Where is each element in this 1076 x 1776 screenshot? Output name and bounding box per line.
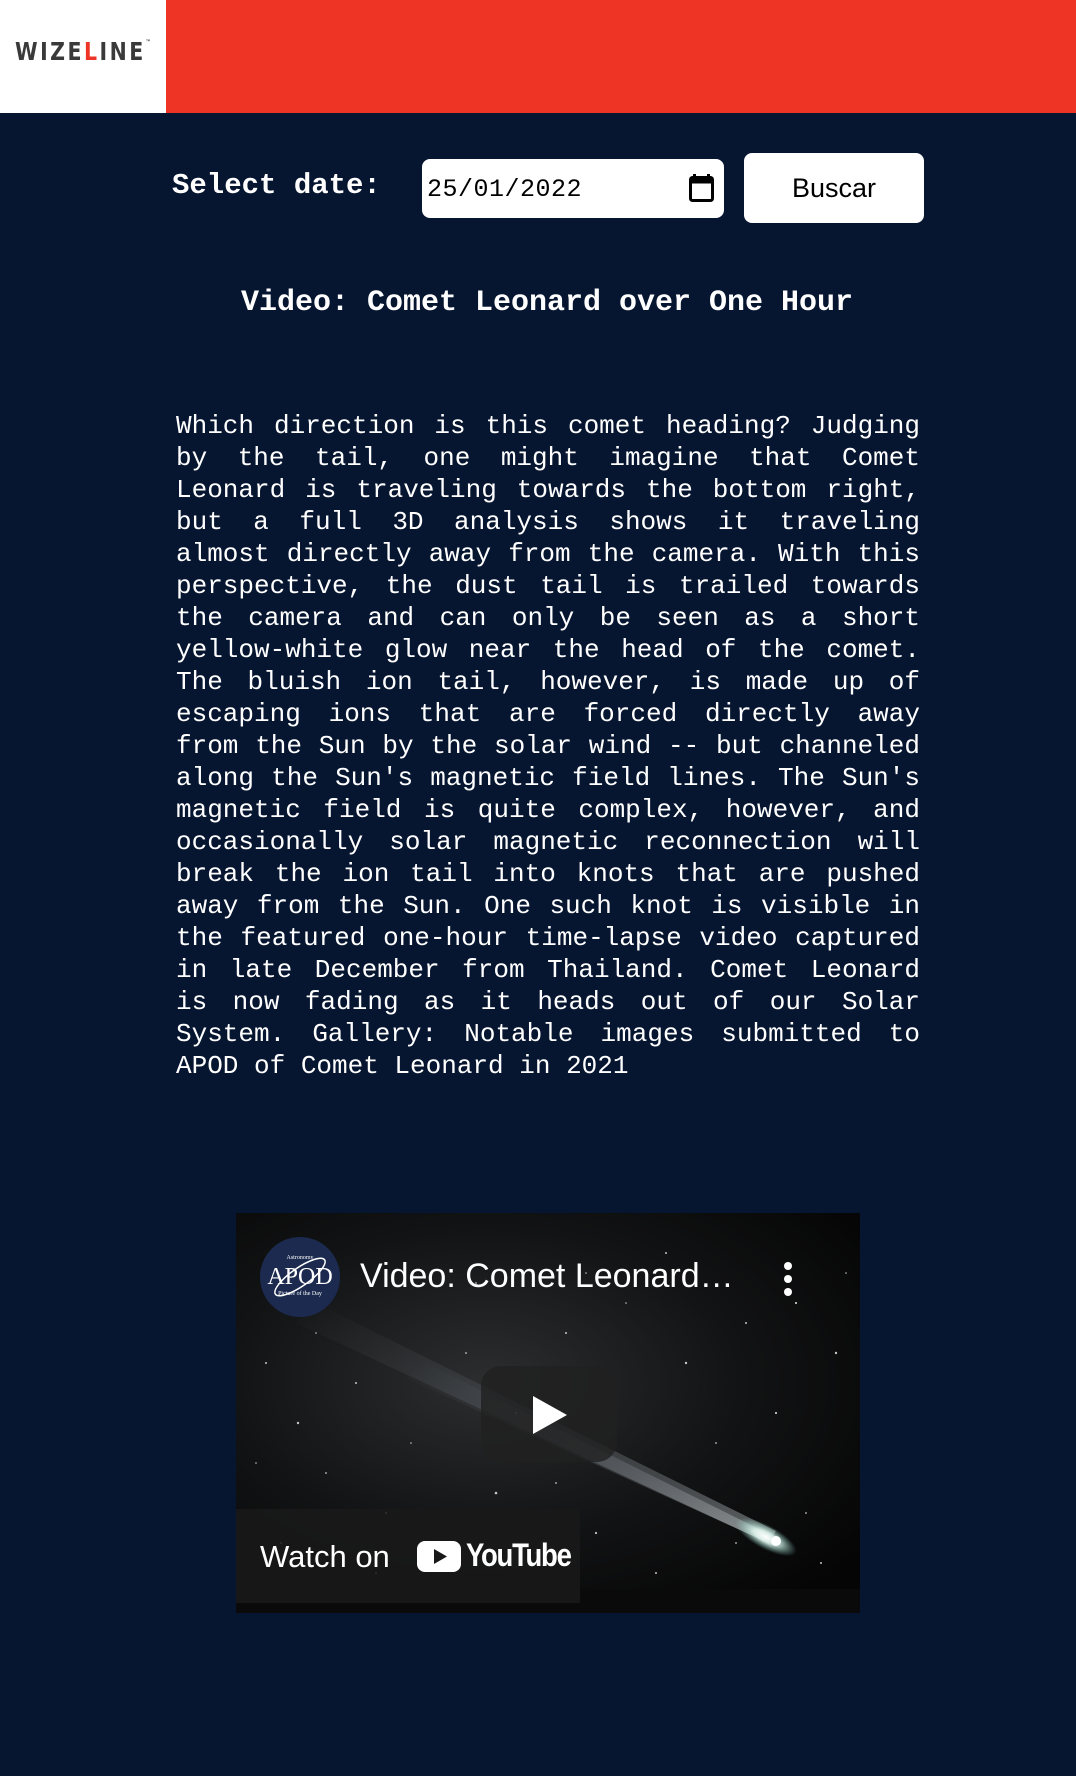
play-icon xyxy=(533,1396,567,1434)
watch-on-label: Watch on xyxy=(260,1539,390,1574)
youtube-icon xyxy=(417,1541,461,1572)
top-header: WIZELINE™ xyxy=(0,0,1076,113)
logo-wordmark: WIZELINE™ xyxy=(15,37,154,66)
date-input-value: 25/01/2022 xyxy=(427,175,583,204)
play-button[interactable] xyxy=(481,1366,617,1462)
calendar-icon[interactable] xyxy=(689,174,714,202)
video-title[interactable]: Video: Comet Leonard… xyxy=(360,1257,760,1296)
search-button[interactable]: Buscar xyxy=(744,153,924,223)
youtube-wordmark: YouTube xyxy=(466,1537,572,1573)
watch-on-youtube-button[interactable]: Watch on YouTube xyxy=(236,1509,580,1603)
date-label: Select date: xyxy=(172,169,381,202)
svg-text:Astronomy: Astronomy xyxy=(287,1255,314,1261)
logo: WIZELINE™ xyxy=(0,0,166,113)
channel-avatar[interactable]: Astronomy APOD Picture of the Day xyxy=(260,1237,340,1317)
apod-title: Video: Comet Leonard over One Hour xyxy=(240,286,854,320)
video-embed[interactable]: Astronomy APOD Picture of the Day Video:… xyxy=(236,1213,860,1613)
svg-text:Picture of the Day: Picture of the Day xyxy=(278,1290,322,1297)
apod-explanation: Which direction is this comet heading? J… xyxy=(176,411,920,1081)
svg-text:APOD: APOD xyxy=(267,1264,332,1290)
date-input[interactable]: 25/01/2022 xyxy=(422,159,724,218)
more-vert-icon[interactable] xyxy=(782,1261,794,1297)
